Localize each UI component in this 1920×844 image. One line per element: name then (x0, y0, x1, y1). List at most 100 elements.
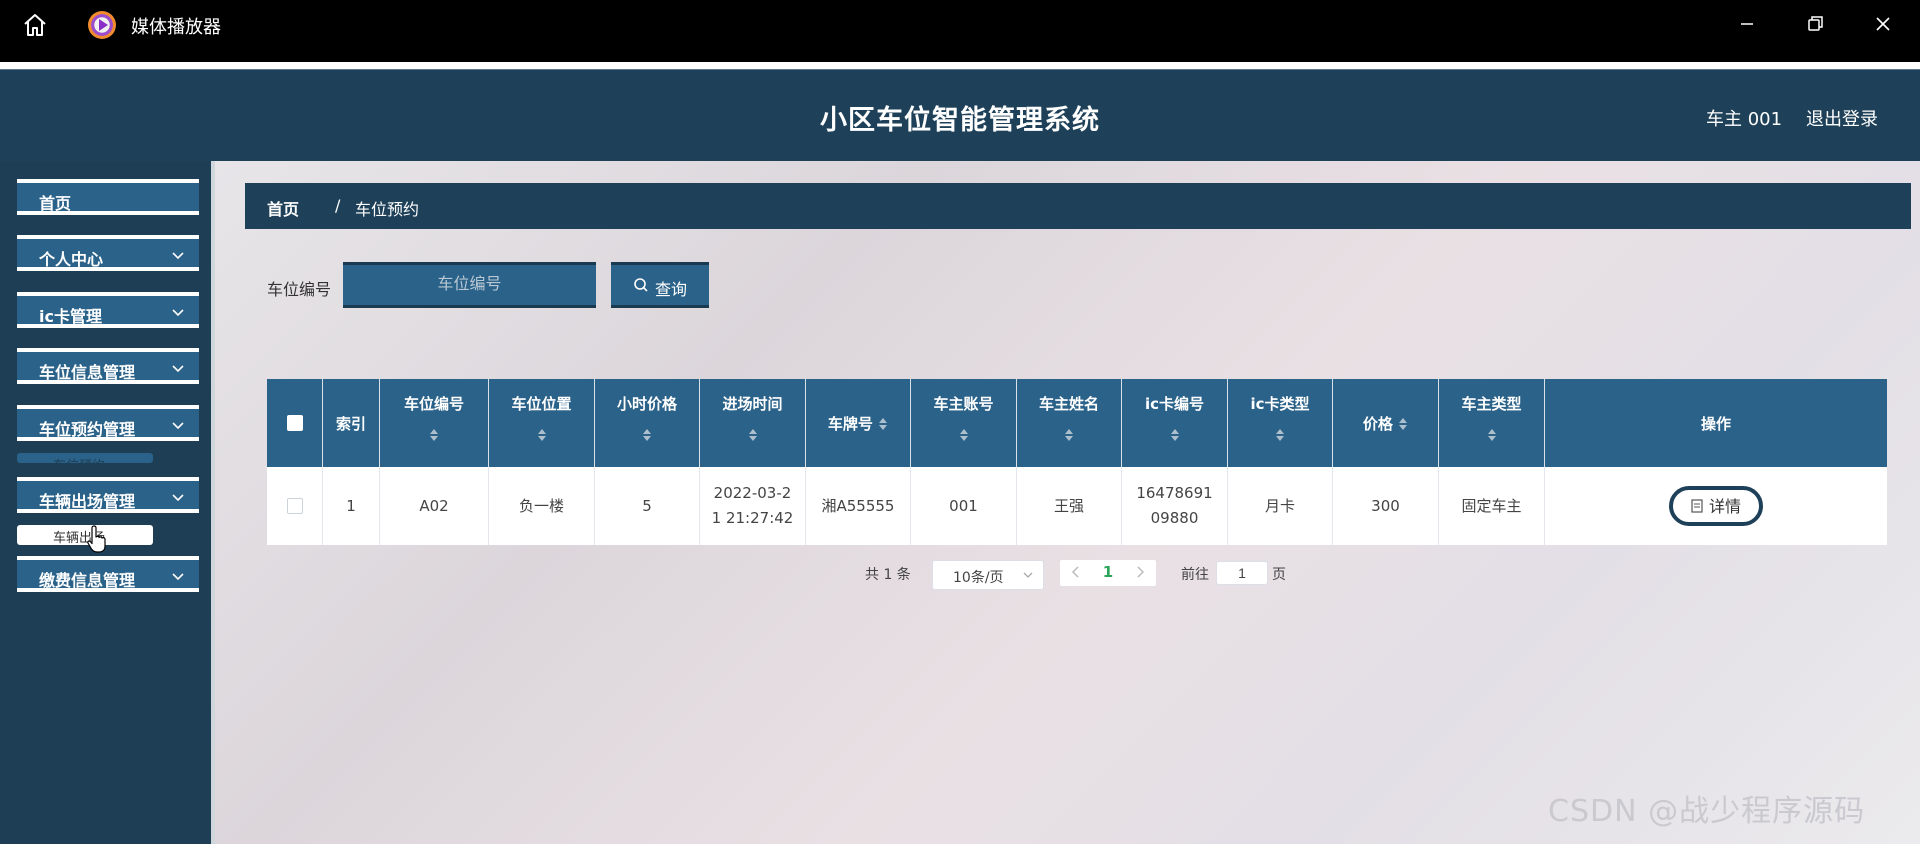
minimize-icon[interactable] (1732, 10, 1762, 38)
search-icon (634, 278, 648, 292)
logout-link[interactable]: 退出登录 (1806, 105, 1878, 131)
sidebar-item-reservation[interactable]: 车位预约管理 (17, 405, 199, 441)
sidebar-item-space-info[interactable]: 车位信息管理 (17, 348, 199, 384)
page-size-select[interactable]: 10条/页 (932, 560, 1044, 590)
search-label: 车位编号 (267, 280, 332, 299)
sidebar-item-label: ic卡管理 (39, 307, 102, 326)
app-header: 小区车位智能管理系统 车主 001 退出登录 (0, 69, 1920, 161)
detail-button-label: 详情 (1708, 496, 1741, 516)
cell-price: 300 (1333, 467, 1439, 545)
column-header-plate-inner: 车牌号 (806, 413, 910, 434)
sort-icon[interactable] (1275, 427, 1285, 443)
submenu-reservation[interactable]: 车位预约 (17, 453, 153, 463)
sort-icon[interactable] (537, 427, 547, 443)
sort-icon[interactable] (1064, 427, 1074, 443)
column-header-label: 操作 (1700, 415, 1731, 433)
column-header-hourly-price[interactable]: 小时价格 (595, 379, 700, 467)
column-header-owner-name[interactable]: 车主姓名 (1017, 379, 1122, 467)
column-header-label: 车主账号 (933, 395, 994, 413)
sort-icon[interactable] (1170, 427, 1180, 443)
search-button-label: 查询 (655, 280, 688, 299)
column-header-label: 车牌号 (827, 415, 873, 433)
breadcrumb-separator: / (335, 196, 341, 215)
sort-icon[interactable] (878, 416, 888, 432)
cell-owner-account: 001 (911, 467, 1017, 545)
sort-icon[interactable] (1487, 427, 1497, 443)
app-title: 小区车位智能管理系统 (820, 105, 1100, 136)
column-header-label: 索引 (335, 415, 366, 433)
chevron-left-icon[interactable] (1070, 564, 1082, 580)
sidebar-item-label: 车位信息管理 (39, 363, 136, 382)
column-header-label: ic卡类型 (1250, 395, 1310, 413)
home-icon[interactable] (22, 12, 48, 38)
breadcrumb-current: 车位预约 (355, 200, 420, 219)
sidebar: 首页 个人中心 ic卡管理 车位信息管理 车位预约管理 车位预约 车辆出场管理 … (0, 161, 215, 844)
chevron-down-icon (172, 422, 184, 430)
column-header-location[interactable]: 车位位置 (489, 379, 595, 467)
column-header-ic-no[interactable]: ic卡编号 (1122, 379, 1228, 467)
sidebar-item-label: 车辆出场管理 (39, 492, 136, 511)
column-header-plate[interactable]: 车牌号 (806, 379, 911, 467)
column-header-actions: 操作 (1545, 379, 1887, 467)
table-row: 1 A02 负一楼 5 2022-03-21 21:27:42 湘A55555 … (267, 467, 1887, 545)
cell-entry-time: 2022-03-21 21:27:42 (700, 467, 806, 545)
detail-button[interactable]: 详情 (1669, 486, 1763, 526)
pagination-total: 共 1 条 (865, 567, 911, 583)
window-toolbar-band (0, 48, 1920, 62)
sort-icon[interactable] (748, 427, 758, 443)
column-header-label: 价格 (1362, 415, 1393, 433)
window-titlebar: 媒体播放器 (0, 0, 1920, 48)
sidebar-item-home[interactable]: 首页 (17, 179, 199, 215)
breadcrumb-home[interactable]: 首页 (267, 196, 299, 220)
column-header-price-inner: 价格 (1333, 413, 1438, 434)
column-header-ic-type[interactable]: ic卡类型 (1228, 379, 1333, 467)
column-header-price[interactable]: 价格 (1333, 379, 1439, 467)
cell-owner-type: 固定车主 (1439, 467, 1545, 545)
sidebar-item-label: 缴费信息管理 (39, 571, 136, 590)
restore-icon[interactable] (1800, 10, 1830, 38)
sort-icon[interactable] (642, 427, 652, 443)
current-user: 车主 001 (1706, 109, 1783, 130)
table-header: 索引 车位编号 车位位置 小时价格 进场时间 车牌号 车主账号 车主姓名 ic卡… (267, 379, 1887, 467)
chevron-down-icon (172, 494, 184, 502)
column-header-label: 进场时间 (722, 395, 783, 413)
breadcrumb: 首页 / 车位预约 (245, 183, 1911, 229)
sidebar-item-ic-card[interactable]: ic卡管理 (17, 292, 199, 328)
column-header-label: 车位位置 (511, 395, 572, 413)
document-icon (1691, 499, 1703, 513)
sort-icon[interactable] (429, 427, 439, 443)
cell-ic-no: 1647869109880 (1122, 467, 1228, 545)
sidebar-item-label: 个人中心 (39, 250, 104, 269)
cell-location: 负一楼 (489, 467, 595, 545)
select-all-checkbox[interactable] (286, 415, 303, 431)
submenu-vehicle-exit[interactable]: 车辆出场 (17, 525, 153, 546)
page-number-current[interactable]: 1 (1096, 563, 1120, 581)
sidebar-item-label: 车位预约管理 (39, 420, 136, 439)
sort-icon[interactable] (959, 427, 969, 443)
column-header-owner-type[interactable]: 车主类型 (1439, 379, 1545, 467)
column-header-space-no[interactable]: 车位编号 (380, 379, 489, 467)
goto-label: 前往 (1181, 567, 1209, 583)
sidebar-item-vehicle-exit[interactable]: 车辆出场管理 (17, 477, 199, 513)
space-number-search-input[interactable] (343, 262, 596, 308)
search-button[interactable]: 查询 (611, 262, 709, 308)
goto-page-input[interactable] (1216, 561, 1268, 585)
chevron-right-icon[interactable] (1134, 564, 1146, 580)
cell-space-no: A02 (380, 467, 489, 545)
close-icon[interactable] (1868, 10, 1898, 38)
select-all-header (267, 379, 323, 467)
cell-plate: 湘A55555 (806, 467, 911, 545)
column-header-entry-time[interactable]: 进场时间 (700, 379, 806, 467)
row-checkbox[interactable] (286, 498, 303, 514)
sidebar-item-payment[interactable]: 缴费信息管理 (17, 556, 199, 592)
window-title: 媒体播放器 (131, 17, 221, 38)
media-player-logo-icon (88, 11, 116, 39)
column-header-label: 小时价格 (616, 395, 677, 413)
column-header-owner-account[interactable]: 车主账号 (911, 379, 1017, 467)
cell-actions: 详情 (1545, 467, 1887, 545)
watermark: CSDN @战少程序源码 (1548, 794, 1866, 829)
pager: 1 (1060, 560, 1156, 586)
column-header-label: 车主类型 (1461, 395, 1522, 413)
sort-icon[interactable] (1398, 416, 1408, 432)
sidebar-item-profile[interactable]: 个人中心 (17, 235, 199, 271)
